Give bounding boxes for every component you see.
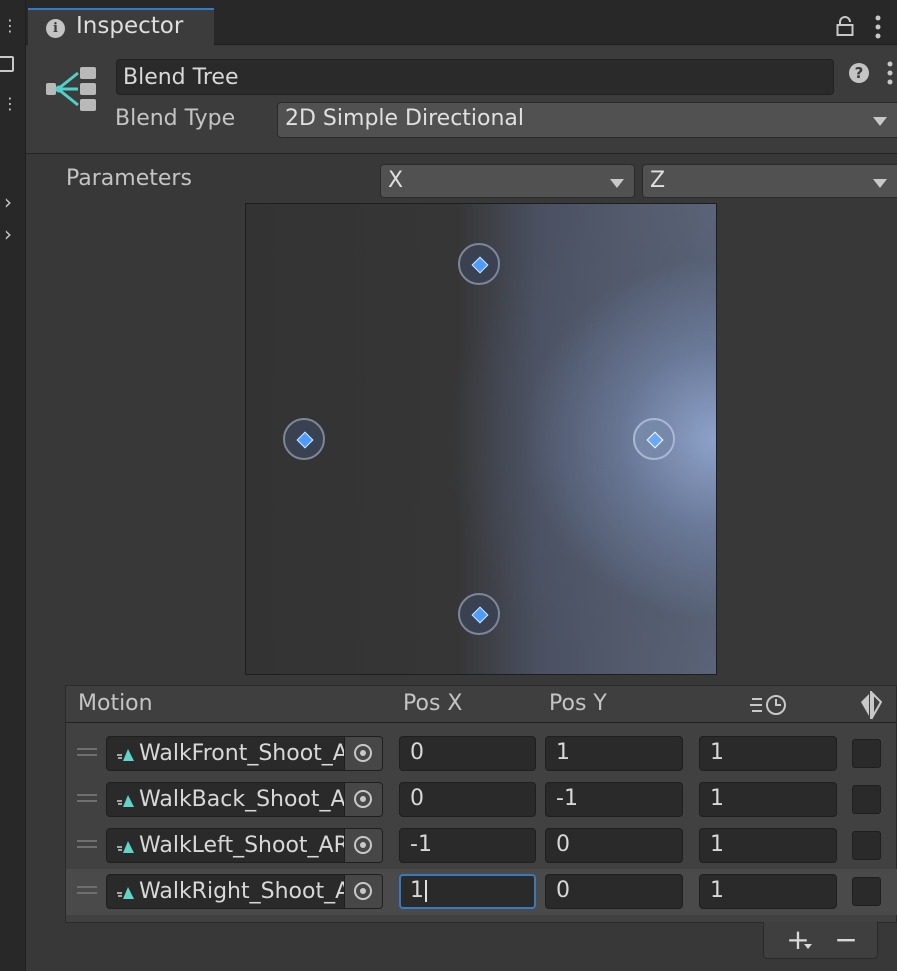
blend-node[interactable] <box>458 243 500 285</box>
motion-field[interactable]: WalkFront_Shoot_A <box>106 736 383 771</box>
blend-node[interactable] <box>633 418 675 460</box>
blend-type-value: 2D Simple Directional <box>285 106 525 131</box>
blend-node-diamond <box>646 431 664 449</box>
pos-x-field[interactable]: 0 <box>399 736 536 771</box>
time-scale-icon <box>750 695 786 715</box>
blend-node-diamond <box>296 431 314 449</box>
pos-x-field[interactable]: 1 <box>399 874 536 909</box>
blend-graph[interactable] <box>245 203 717 675</box>
name-field[interactable] <box>116 59 834 95</box>
blend-tree-icon <box>46 67 96 111</box>
object-picker-button[interactable] <box>344 737 382 770</box>
object-picker-button[interactable] <box>344 875 382 908</box>
object-picker-button[interactable] <box>344 783 382 816</box>
blend-node-diamond <box>471 256 489 274</box>
remove-motion-button[interactable]: − <box>830 925 862 955</box>
text-cursor <box>425 880 427 902</box>
animation-clip-icon <box>117 795 134 807</box>
maximize-icon[interactable] <box>0 56 14 72</box>
pos-y-field[interactable]: 0 <box>545 828 683 863</box>
pos-x-field[interactable]: -1 <box>399 828 536 863</box>
info-icon: i <box>46 19 65 38</box>
motion-field[interactable]: WalkRight_Shoot_A <box>106 874 383 909</box>
time-scale-field[interactable]: 1 <box>699 736 837 771</box>
kebab-menu-icon[interactable] <box>875 14 881 40</box>
kebab-menu-icon[interactable] <box>887 60 893 86</box>
motion-field[interactable]: WalkLeft_Shoot_AR <box>106 828 383 863</box>
blend-node-diamond <box>471 606 489 624</box>
drag-handle-icon[interactable] <box>77 748 97 756</box>
dropdown-arrow-icon <box>873 117 887 126</box>
drag-handle-icon[interactable] <box>77 886 97 894</box>
dropdown-arrow-icon <box>873 179 887 188</box>
time-scale-field[interactable]: 1 <box>699 782 837 817</box>
pos-x-column-header: Pos X <box>403 691 463 716</box>
motion-column-header: Motion <box>78 691 153 716</box>
mirror-checkbox[interactable] <box>852 739 881 768</box>
pos-y-field[interactable]: -1 <box>545 782 683 817</box>
pos-y-column-header: Pos Y <box>549 691 607 716</box>
motion-field[interactable]: WalkBack_Shoot_A <box>106 782 383 817</box>
dropdown-arrow-icon <box>610 179 624 188</box>
animation-clip-icon <box>117 749 134 761</box>
parameter-x-value: X <box>388 168 404 193</box>
pos-y-field[interactable]: 0 <box>545 874 683 909</box>
drag-handle-icon[interactable] <box>77 794 97 802</box>
pos-x-value: 1 <box>410 878 424 903</box>
mirror-checkbox[interactable] <box>852 831 881 860</box>
mirror-checkbox[interactable] <box>852 785 881 814</box>
blend-node[interactable] <box>458 593 500 635</box>
help-icon[interactable]: ? <box>849 63 869 83</box>
mirror-icon <box>861 691 883 720</box>
parameter-x-dropdown[interactable]: X <box>380 164 635 198</box>
mirror-checkbox[interactable] <box>852 877 881 906</box>
chevron-right-icon[interactable]: › <box>4 222 12 246</box>
add-motion-button[interactable]: + <box>780 925 816 955</box>
tab-label: Inspector <box>76 13 184 39</box>
motion-name: WalkFront_Shoot_A <box>139 741 345 766</box>
motion-name: WalkRight_Shoot_A <box>139 879 345 904</box>
chevron-right-icon[interactable]: › <box>4 190 12 214</box>
parameters-label: Parameters <box>66 166 192 191</box>
pos-x-field[interactable]: 0 <box>399 782 536 817</box>
parameter-y-dropdown[interactable]: Z <box>642 164 897 198</box>
motion-name: WalkLeft_Shoot_AR <box>139 833 345 858</box>
lock-icon[interactable] <box>836 16 854 36</box>
left-dock-strip: ⋮ ⋮ › › <box>0 0 26 971</box>
dropdown-arrow-icon <box>804 944 812 949</box>
drag-handle-icon[interactable] <box>77 840 97 848</box>
motion-name: WalkBack_Shoot_A <box>139 787 345 812</box>
dots-icon[interactable]: ⋮ <box>2 16 18 35</box>
blend-node[interactable] <box>283 418 325 460</box>
animation-clip-icon <box>117 841 134 853</box>
animation-clip-icon <box>117 887 134 899</box>
blend-type-label: Blend Type <box>115 106 236 131</box>
dots-icon[interactable]: ⋮ <box>2 94 18 113</box>
time-scale-field[interactable]: 1 <box>699 874 837 909</box>
time-scale-field[interactable]: 1 <box>699 828 837 863</box>
blend-type-dropdown[interactable]: 2D Simple Directional <box>277 102 897 138</box>
pos-y-field[interactable]: 1 <box>545 736 683 771</box>
object-picker-button[interactable] <box>344 829 382 862</box>
parameter-y-value: Z <box>650 168 666 193</box>
